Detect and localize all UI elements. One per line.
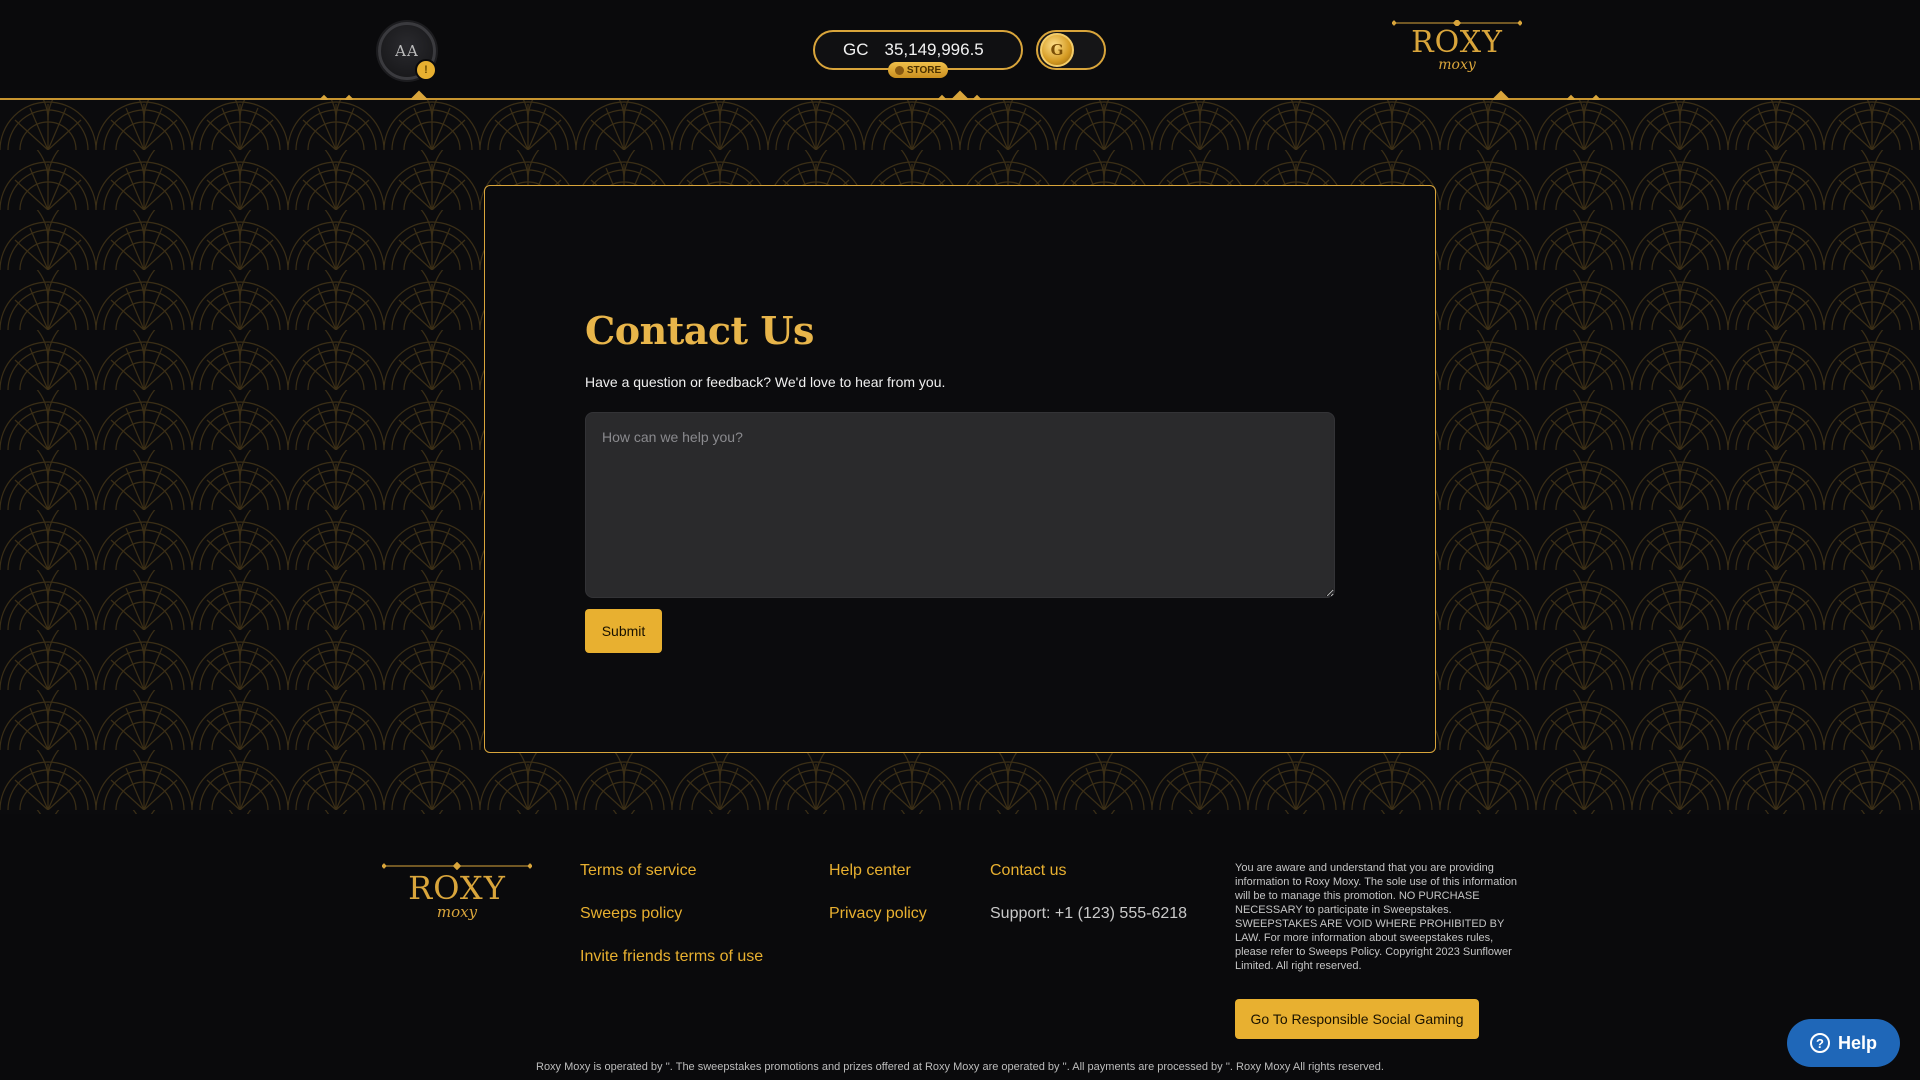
page-subtitle: Have a question or feedback? We'd love t… — [585, 374, 946, 390]
operator-note: Roxy Moxy is operated by ''. The sweepst… — [536, 1061, 1384, 1073]
coin-icon — [894, 65, 904, 75]
user-avatar-button[interactable]: AA ! — [378, 22, 437, 81]
submit-button[interactable]: Submit — [585, 609, 662, 653]
help-widget-button[interactable]: ? Help — [1787, 1019, 1900, 1067]
invite-friends-terms-link[interactable]: Invite friends terms of use — [580, 948, 763, 966]
message-textarea[interactable] — [585, 412, 1335, 598]
roxy-moxy-logo[interactable]: ROXY moxy — [1392, 20, 1522, 78]
logo-sub-text: moxy — [436, 903, 478, 921]
store-button[interactable]: STORE — [888, 62, 948, 78]
contact-card: Contact Us Have a question or feedback? … — [484, 185, 1436, 753]
help-label: Help — [1837, 1032, 1877, 1053]
logo-main-text: ROXY — [408, 869, 506, 907]
help-center-link[interactable]: Help center — [829, 862, 911, 880]
gold-coin-icon: G — [1040, 33, 1074, 67]
privacy-policy-link[interactable]: Privacy policy — [829, 905, 927, 923]
currency-toggle[interactable]: G — [1036, 30, 1106, 70]
logo-ornament-icon — [382, 862, 532, 870]
logo-main-text: ROXY — [1411, 25, 1503, 60]
site-footer: ROXY moxy Terms of service Sweeps policy… — [0, 814, 1920, 1080]
footer-logo[interactable]: ROXY moxy — [382, 862, 532, 932]
notification-badge: ! — [415, 59, 437, 81]
balance-amount: 35,149,996.5 — [884, 40, 984, 59]
question-circle-icon: ? — [1809, 1033, 1830, 1053]
legal-disclaimer: You are aware and understand that you ar… — [1235, 862, 1518, 972]
store-label: STORE — [906, 64, 942, 76]
top-header: AA ! GC 35,149,996.5 STORE G ROXY moxy — [0, 0, 1920, 100]
responsible-gaming-button[interactable]: Go To Responsible Social Gaming — [1235, 999, 1479, 1039]
sweeps-policy-link[interactable]: Sweeps policy — [580, 905, 682, 923]
logo-sub-text: moxy — [1438, 57, 1476, 73]
terms-of-service-link[interactable]: Terms of service — [580, 862, 696, 880]
support-phone: Support: +1 (123) 555-6218 — [990, 905, 1188, 922]
contact-us-link[interactable]: Contact us — [990, 862, 1066, 880]
page-title: Contact Us — [585, 308, 814, 353]
logo-ornament-icon — [1392, 20, 1522, 26]
currency-label: GC — [843, 40, 869, 59]
